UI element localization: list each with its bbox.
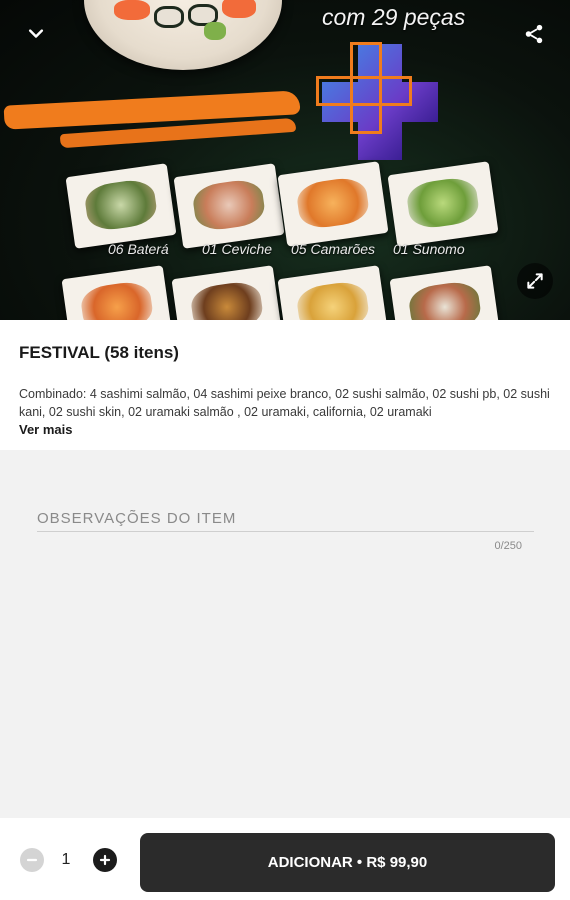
sushi-platter-image <box>84 0 282 70</box>
dish-image <box>389 265 501 320</box>
expand-icon <box>527 273 543 289</box>
character-counter: 0/250 <box>494 540 522 552</box>
dish-image <box>277 161 389 247</box>
dish-label: 05 Camarões <box>291 241 376 257</box>
plus-outline <box>350 42 382 134</box>
increase-quantity-button[interactable] <box>93 848 117 872</box>
item-title: FESTIVAL (58 itens) <box>19 343 179 362</box>
dish-label: 01 Sunomo <box>393 241 465 257</box>
promo-strike-text <box>322 0 472 2</box>
decrease-quantity-button[interactable] <box>20 848 44 872</box>
minus-icon <box>26 858 38 862</box>
plus-icon <box>99 854 111 866</box>
share-button[interactable] <box>518 18 550 50</box>
add-to-cart-button[interactable]: ADICIONAR • R$ 99,90 <box>140 833 555 892</box>
product-image: com 29 peças 06 Baterá 01 Ceviche 05 Cam… <box>0 0 570 320</box>
dish-image <box>171 265 283 320</box>
promo-text: com 29 peças <box>322 4 466 30</box>
dish-label: 01 Ceviche <box>202 241 273 257</box>
plus-graphic <box>316 42 442 162</box>
chevron-down-icon <box>28 29 44 38</box>
product-detail-screen: com 29 peças 06 Baterá 01 Ceviche 05 Cam… <box>0 0 570 900</box>
share-icon <box>525 24 543 44</box>
dish-label: 06 Baterá <box>108 241 169 257</box>
item-details: FESTIVAL (58 itens) Combinado: 4 sashimi… <box>0 320 570 450</box>
dish-image <box>387 161 499 247</box>
expand-image-button[interactable] <box>517 263 553 299</box>
observations-input[interactable] <box>37 506 534 532</box>
dish-image <box>65 163 177 249</box>
dish-image <box>277 265 389 320</box>
back-button[interactable] <box>20 18 52 50</box>
quantity-value: 1 <box>61 851 71 868</box>
bottom-bar: 1 ADICIONAR • R$ 99,90 <box>0 818 570 900</box>
dish-image <box>173 163 285 249</box>
see-more-link[interactable]: Ver mais <box>19 422 73 437</box>
dish-image <box>61 265 173 320</box>
item-description: Combinado: 4 sashimi salmão, 04 sashimi … <box>19 387 550 419</box>
